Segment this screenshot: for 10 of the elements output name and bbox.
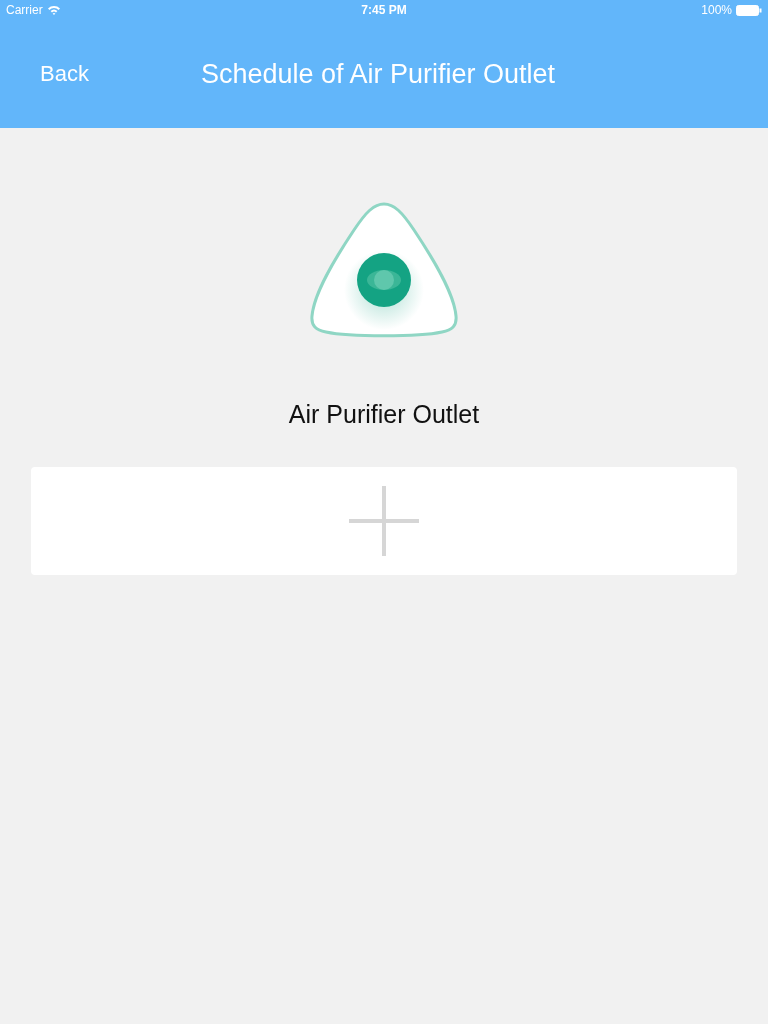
back-button[interactable]: Back	[40, 61, 89, 87]
carrier-label: Carrier	[6, 3, 43, 17]
device-name: Air Purifier Outlet	[288, 400, 480, 429]
add-schedule-button[interactable]	[31, 467, 737, 575]
wifi-icon	[46, 5, 61, 15]
page-title: Schedule of Air Purifier Outlet	[200, 58, 556, 90]
status-time: 7:45 PM	[361, 3, 407, 17]
battery-label: 100%	[701, 3, 732, 17]
plus-icon	[349, 486, 419, 556]
battery-icon	[736, 4, 762, 16]
